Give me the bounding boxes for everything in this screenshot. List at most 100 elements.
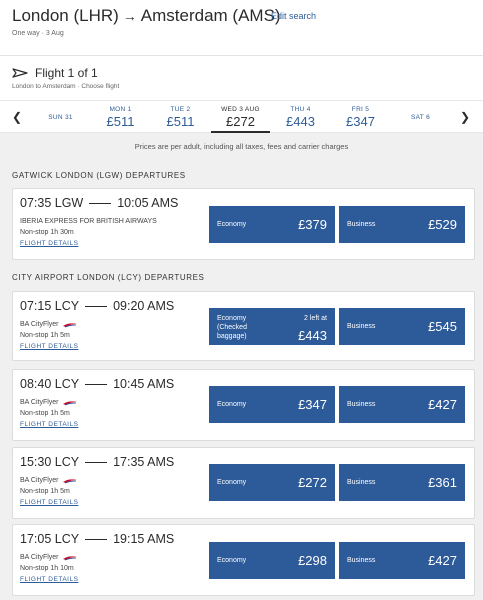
arrival-time: 10:45 AMS (113, 377, 175, 391)
fare-class-label: Economy (217, 401, 247, 408)
fare-class-label: Business (347, 557, 376, 564)
stops-duration: Non-stop 1h 5m (20, 410, 70, 417)
flight-times: 07:35 LGW 10:05 AMS (20, 196, 178, 210)
flight-subtitle: London to Amsterdam · Choose flight (12, 83, 120, 90)
flight-card: 07:15 LCY 09:20 AMS BA CityFlyer Non-stop… (12, 291, 475, 361)
flight-details-link[interactable]: FLIGHT DETAILS (20, 421, 78, 428)
carrier: IBERIA EXPRESS FOR BRITISH AIRWAYS (20, 218, 157, 225)
date-tab[interactable]: THU 4 £443 (271, 101, 330, 133)
economy-fare-button[interactable]: Economy (Checked baggage) 2 left at £443 (209, 308, 335, 345)
carrier: BA CityFlyer (20, 399, 77, 406)
arrow-right-icon: → (122, 8, 137, 24)
flight-title: Flight 1 of 1 (35, 66, 98, 80)
flight-times: 17:05 LCY 19:15 AMS (20, 532, 174, 546)
flight-details-link[interactable]: FLIGHT DETAILS (20, 499, 78, 506)
date-tab-selected[interactable]: WED 3 AUG £272 (211, 101, 270, 133)
carrier-name: BA CityFlyer (20, 477, 59, 484)
date-tab[interactable]: TUE 2 £511 (151, 101, 210, 133)
date-price: £511 (106, 114, 135, 129)
british-airways-logo (62, 322, 77, 327)
chevron-left-icon[interactable]: ❮ (12, 110, 22, 124)
date-label: SAT 6 (411, 114, 430, 121)
fare-price: £427 (428, 553, 457, 568)
business-fare-button[interactable]: Business £529 (339, 206, 465, 243)
price-note: Prices are per adult, including all taxe… (134, 142, 349, 151)
flight-card: 07:35 LGW 10:05 AMS IBERIA EXPRESS FOR BR… (12, 188, 475, 260)
carrier: BA CityFlyer (20, 321, 77, 328)
section-heading-city: CITY AIRPORT LONDON (LCY) DEPARTURES (12, 273, 205, 282)
search-header: London (LHR) → Amsterdam (AMS) Edit search… (0, 0, 483, 56)
departure-time: 17:05 LCY (20, 532, 80, 546)
edit-search-link[interactable]: Edit search (271, 11, 316, 21)
flight-card: 08:40 LCY 10:45 AMS BA CityFlyer Non-stop… (12, 369, 475, 441)
route-line (89, 202, 112, 204)
date-label: TUE 2 (170, 106, 191, 113)
british-airways-logo (62, 478, 77, 483)
flight-details-link[interactable]: FLIGHT DETAILS (20, 240, 78, 247)
route-line (85, 305, 108, 307)
carrier: BA CityFlyer (20, 554, 77, 561)
flight-details-link[interactable]: FLIGHT DETAILS (20, 576, 78, 583)
flight-details-link[interactable]: FLIGHT DETAILS (20, 343, 78, 350)
departure-time: 07:15 LCY (20, 299, 80, 313)
arrival-time: 10:05 AMS (117, 196, 179, 210)
fare-class-label: Business (347, 401, 376, 408)
carrier-name: BA CityFlyer (20, 399, 59, 406)
fare-price: £545 (428, 319, 457, 334)
arrival-time: 17:35 AMS (113, 455, 175, 469)
fare-class-label: Economy (217, 479, 247, 486)
british-airways-logo (62, 555, 77, 560)
business-fare-button[interactable]: Business £427 (339, 542, 465, 579)
stops-duration: Non-stop 1h 5m (20, 488, 70, 495)
date-label: SUN 31 (48, 114, 73, 121)
fare-price: £298 (298, 553, 327, 568)
departure-time: 15:30 LCY (20, 455, 80, 469)
fare-price: £272 (298, 475, 327, 490)
economy-fare-button[interactable]: Economy £272 (209, 464, 335, 501)
route-line (85, 538, 108, 540)
flight-heading: Flight 1 of 1 London to Amsterdam · Choo… (0, 56, 483, 100)
date-tab[interactable]: MON 1 £511 (91, 101, 150, 133)
date-label: WED 3 AUG (221, 106, 260, 113)
flight-times: 07:15 LCY 09:20 AMS (20, 299, 174, 313)
flight-card: 17:05 LCY 19:15 AMS BA CityFlyer Non-stop… (12, 524, 475, 596)
route-title: London (LHR) → Amsterdam (AMS) (12, 6, 281, 26)
departure-time: 08:40 LCY (20, 377, 80, 391)
date-tab[interactable]: SAT 6 (391, 101, 450, 133)
british-airways-logo (62, 400, 77, 405)
fare-class-label: Economy (217, 221, 247, 228)
carrier-name: BA CityFlyer (20, 321, 59, 328)
date-label: FRI 5 (351, 106, 370, 113)
stops-duration: Non-stop 1h 10m (20, 565, 74, 572)
date-price: £443 (286, 114, 315, 129)
economy-fare-button[interactable]: Economy £379 (209, 206, 335, 243)
business-fare-button[interactable]: Business £361 (339, 464, 465, 501)
departure-time: 07:35 LGW (20, 196, 84, 210)
date-label: THU 4 (290, 106, 311, 113)
economy-fare-button[interactable]: Economy £298 (209, 542, 335, 579)
destination-label: Amsterdam (AMS) (140, 6, 281, 25)
fare-class-label: Economy (217, 557, 247, 564)
date-tab[interactable]: SUN 31 (31, 101, 90, 133)
economy-fare-button[interactable]: Economy £347 (209, 386, 335, 423)
fare-class-label: Business (347, 323, 376, 330)
chevron-right-icon[interactable]: ❯ (460, 110, 470, 124)
arrival-time: 09:20 AMS (113, 299, 175, 313)
route-line (85, 461, 108, 463)
business-fare-button[interactable]: Business £545 (339, 308, 465, 345)
stops-duration: Non-stop 1h 30m (20, 229, 74, 236)
date-price: £347 (346, 114, 375, 129)
date-label: MON 1 (109, 106, 132, 113)
carrier: BA CityFlyer (20, 477, 77, 484)
fare-class-label: Business (347, 479, 376, 486)
trip-summary: One way · 3 Aug (12, 30, 64, 37)
date-tab[interactable]: FRI 5 £347 (331, 101, 390, 133)
fare-price: £529 (428, 217, 457, 232)
fare-price: £379 (298, 217, 327, 232)
plane-icon (12, 68, 28, 78)
seats-left-label: 2 left at (304, 315, 327, 322)
fare-price: £361 (428, 475, 457, 490)
business-fare-button[interactable]: Business £427 (339, 386, 465, 423)
flight-times: 15:30 LCY 17:35 AMS (20, 455, 174, 469)
date-price: £511 (166, 114, 195, 129)
